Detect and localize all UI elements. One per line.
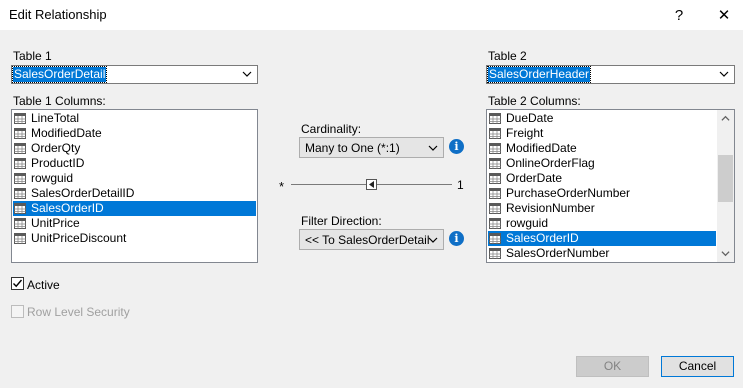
list-item[interactable]: OrderQty: [13, 141, 256, 156]
table-icon: [14, 173, 26, 184]
list-item[interactable]: RevisionNumber: [488, 201, 716, 216]
table-icon: [14, 218, 26, 229]
scroll-up-icon[interactable]: [721, 114, 730, 123]
scroll-down-icon[interactable]: [721, 249, 730, 258]
chevron-down-icon: [428, 145, 438, 151]
list-item[interactable]: SalesOrderNumber: [488, 246, 716, 261]
chevron-down-icon: [242, 71, 252, 77]
title-bar: [0, 0, 743, 30]
list-item-label: LineTotal: [31, 111, 80, 125]
list-item[interactable]: ProductID: [13, 156, 256, 171]
list-item[interactable]: UnitPriceDiscount: [13, 231, 256, 246]
ok-button: OK: [576, 356, 649, 377]
cancel-button[interactable]: Cancel: [661, 356, 734, 377]
filter-direction-info-icon[interactable]: i: [449, 231, 464, 246]
list-item[interactable]: OrderDate: [488, 171, 716, 186]
list-item[interactable]: ModifiedDate: [13, 126, 256, 141]
cardinality-slider-handle[interactable]: [366, 179, 377, 190]
list-item[interactable]: UnitPrice: [13, 216, 256, 231]
filter-direction-dropdown[interactable]: << To SalesOrderDetail: [299, 229, 444, 250]
table-icon: [489, 218, 501, 229]
close-button[interactable]: ✕: [701, 0, 743, 30]
list-item-label: SalesOrderDetailID: [31, 186, 135, 200]
list-item-label: DueDate: [506, 111, 554, 125]
list-item[interactable]: ModifiedDate: [488, 141, 716, 156]
list-item-label: rowguid: [31, 171, 74, 185]
table-icon: [489, 113, 501, 124]
list-item[interactable]: SalesOrderDetailID: [13, 186, 256, 201]
list-item[interactable]: DueDate: [488, 111, 716, 126]
list-item[interactable]: Freight: [488, 126, 716, 141]
list-item-label: SalesOrderID: [506, 231, 579, 245]
table2-combo-value: SalesOrderHeader: [486, 66, 592, 83]
window-title: Edit Relationship: [9, 7, 107, 22]
list-item-label: UnitPriceDiscount: [31, 231, 127, 245]
list-item-label: OrderDate: [506, 171, 563, 185]
table1-label: Table 1: [13, 49, 52, 63]
cardinality-value: Many to One (*:1): [305, 141, 400, 155]
table-icon: [489, 233, 501, 244]
table-icon: [14, 128, 26, 139]
table-icon: [489, 158, 501, 169]
filter-direction-label: Filter Direction:: [301, 214, 382, 228]
table1-columns-label: Table 1 Columns:: [13, 94, 106, 108]
table-icon: [14, 203, 26, 214]
list-item[interactable]: PurchaseOrderNumber: [488, 186, 716, 201]
table-icon: [489, 143, 501, 154]
table2-columns-list[interactable]: DueDate Freight ModifiedDate OnlineOrderFla…: [486, 109, 735, 263]
list-item[interactable]: rowguid: [488, 216, 716, 231]
cardinality-right-symbol: 1: [457, 178, 464, 192]
list-item-label: UnitPrice: [31, 216, 80, 230]
list-item[interactable]: OnlineOrderFlag: [488, 156, 716, 171]
list-item[interactable]: SalesOrderID: [488, 231, 716, 246]
list-item-label: RevisionNumber: [506, 201, 595, 215]
table-icon: [14, 188, 26, 199]
table-icon: [14, 113, 26, 124]
chevron-down-icon: [428, 237, 438, 243]
list-item-label: Freight: [506, 126, 544, 140]
help-button[interactable]: ?: [656, 0, 702, 30]
table1-combo-value: SalesOrderDetail: [11, 66, 108, 83]
table1-columns-list[interactable]: LineTotal ModifiedDate OrderQty ProductID ro…: [11, 109, 258, 263]
active-label[interactable]: Active: [27, 278, 60, 292]
filter-direction-value: << To SalesOrderDetail: [305, 233, 430, 247]
list-item-label: OrderQty: [31, 141, 81, 155]
checkmark-icon: [13, 279, 23, 288]
table-icon: [489, 128, 501, 139]
row-level-security-checkbox: [11, 305, 24, 318]
table2-columns-label: Table 2 Columns:: [488, 94, 581, 108]
scroll-thumb[interactable]: [718, 155, 733, 202]
list-item-label: ModifiedDate: [31, 126, 102, 140]
cardinality-left-symbol: *: [279, 179, 285, 194]
list-item-label: ProductID: [31, 156, 85, 170]
table1-combo[interactable]: SalesOrderDetail: [11, 65, 258, 84]
table2-combo[interactable]: SalesOrderHeader: [486, 65, 735, 84]
list-item-label: ModifiedDate: [506, 141, 577, 155]
list-item[interactable]: LineTotal: [13, 111, 256, 126]
table-icon: [489, 203, 501, 214]
table-icon: [14, 143, 26, 154]
table-icon: [489, 173, 501, 184]
table-icon: [14, 233, 26, 244]
list-item-label: OnlineOrderFlag: [506, 156, 595, 170]
list-item-label: rowguid: [506, 216, 549, 230]
table-icon: [489, 188, 501, 199]
cardinality-dropdown[interactable]: Many to One (*:1): [299, 137, 444, 158]
list-item[interactable]: SalesOrderID: [13, 201, 256, 216]
table-icon: [14, 158, 26, 169]
table2-label: Table 2: [488, 49, 527, 63]
active-checkbox[interactable]: [11, 277, 24, 290]
cardinality-info-icon[interactable]: i: [449, 139, 464, 154]
list-item-label: PurchaseOrderNumber: [506, 186, 631, 200]
table-icon: [489, 248, 501, 259]
chevron-down-icon: [719, 71, 729, 77]
table2-scrollbar[interactable]: [717, 110, 734, 262]
row-level-security-label: Row Level Security: [27, 305, 130, 319]
list-item-label: SalesOrderNumber: [506, 246, 610, 260]
list-item-label: SalesOrderID: [31, 201, 104, 215]
cardinality-label: Cardinality:: [301, 122, 362, 136]
list-item[interactable]: rowguid: [13, 171, 256, 186]
